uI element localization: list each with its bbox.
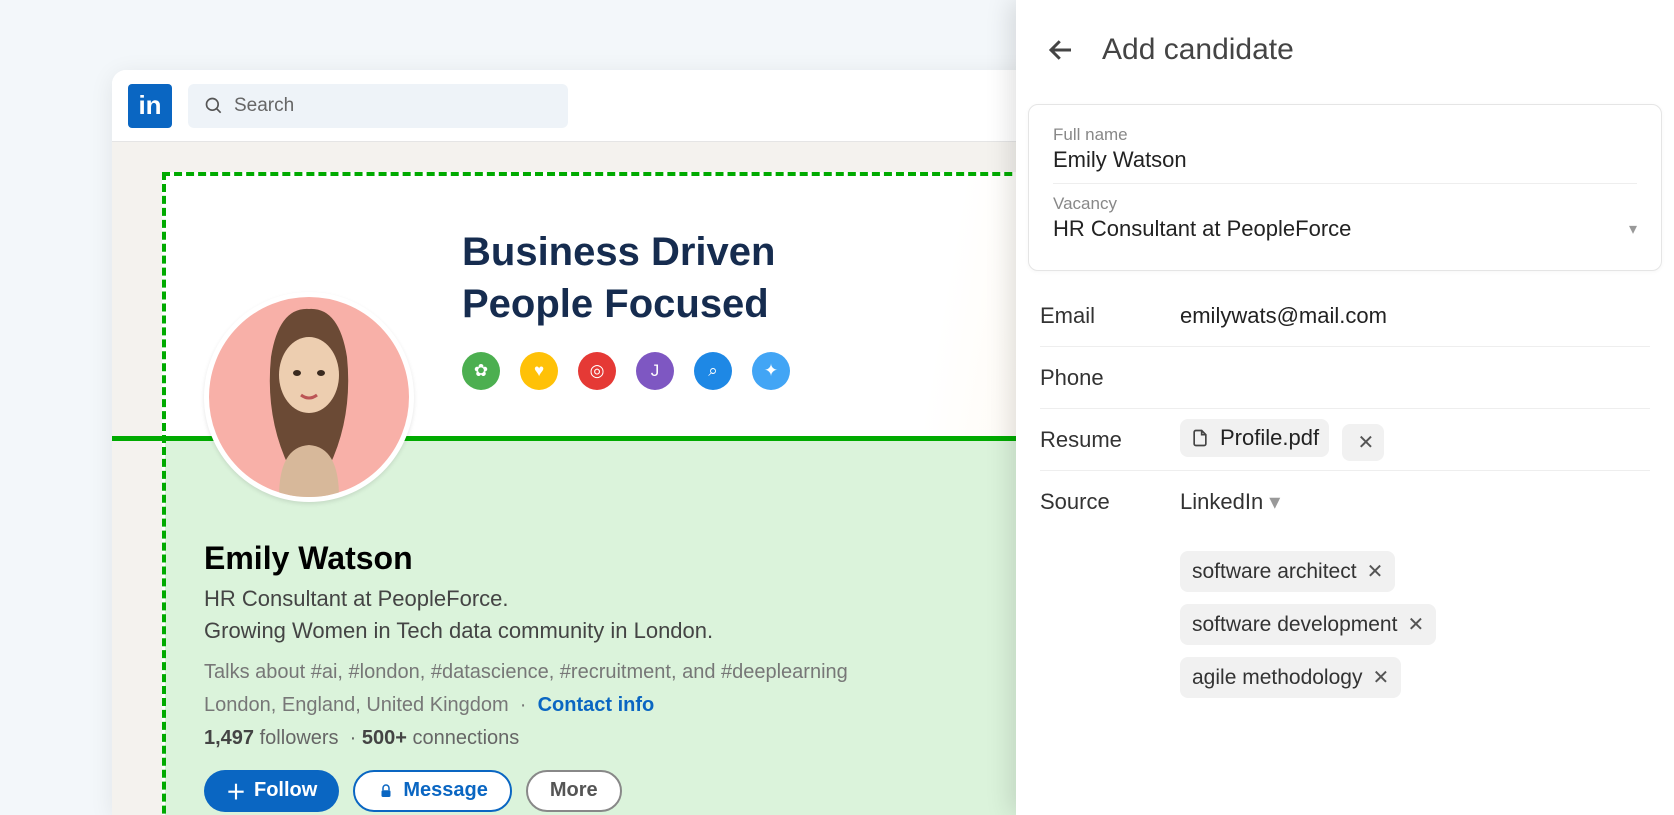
resume-remove[interactable]: ✕ [1342,424,1385,461]
chevron-down-icon: ▾ [1269,489,1280,515]
close-icon[interactable]: ✕ [1372,665,1389,690]
contact-info-link[interactable]: Contact info [538,694,655,716]
source-label: Source [1040,489,1180,515]
vacancy-label: Vacancy [1053,194,1637,214]
follow-button[interactable]: ＋Follow [204,770,339,812]
email-input[interactable]: emilywats@mail.com [1180,303,1387,329]
add-candidate-panel: Add candidate Full name Emily Watson Vac… [1016,0,1674,815]
search-placeholder: Search [234,95,294,117]
badge-icon: ◎ [578,352,616,390]
linkedin-logo[interactable]: in [128,84,172,128]
badge-icon: ✿ [462,352,500,390]
arrow-left-icon [1046,35,1076,65]
vacancy-select[interactable]: HR Consultant at PeopleForce ▾ [1053,216,1637,242]
email-label: Email [1040,303,1180,329]
close-icon: ✕ [1358,430,1375,455]
skill-tag[interactable]: software development✕ [1180,604,1436,645]
badge-icon: ♥ [520,352,558,390]
search-icon [204,96,224,116]
phone-label: Phone [1040,365,1180,391]
search-input[interactable]: Search [188,84,568,128]
badge-icon: J [636,352,674,390]
fullname-input[interactable]: Emily Watson [1053,147,1637,173]
badge-icon: ✦ [752,352,790,390]
file-icon [1190,427,1210,449]
source-select[interactable]: LinkedIn ▾ [1180,489,1280,515]
skill-tag[interactable]: software architect✕ [1180,551,1395,592]
chevron-down-icon: ▾ [1629,219,1637,239]
badge-icon: ⌕ [694,352,732,390]
skill-tags: software architect✕ software development✕… [1016,533,1674,698]
avatar[interactable] [204,292,414,502]
fullname-label: Full name [1053,125,1637,145]
resume-file-chip[interactable]: Profile.pdf [1180,419,1329,457]
message-button[interactable]: Message [353,770,512,812]
more-button[interactable]: More [526,770,622,812]
skill-tag[interactable]: agile methodology✕ [1180,657,1401,698]
lock-icon [377,782,395,800]
back-button[interactable] [1044,33,1078,67]
close-icon[interactable]: ✕ [1407,612,1424,637]
panel-title: Add candidate [1102,33,1294,67]
resume-label: Resume [1040,427,1180,453]
close-icon[interactable]: ✕ [1367,559,1384,584]
